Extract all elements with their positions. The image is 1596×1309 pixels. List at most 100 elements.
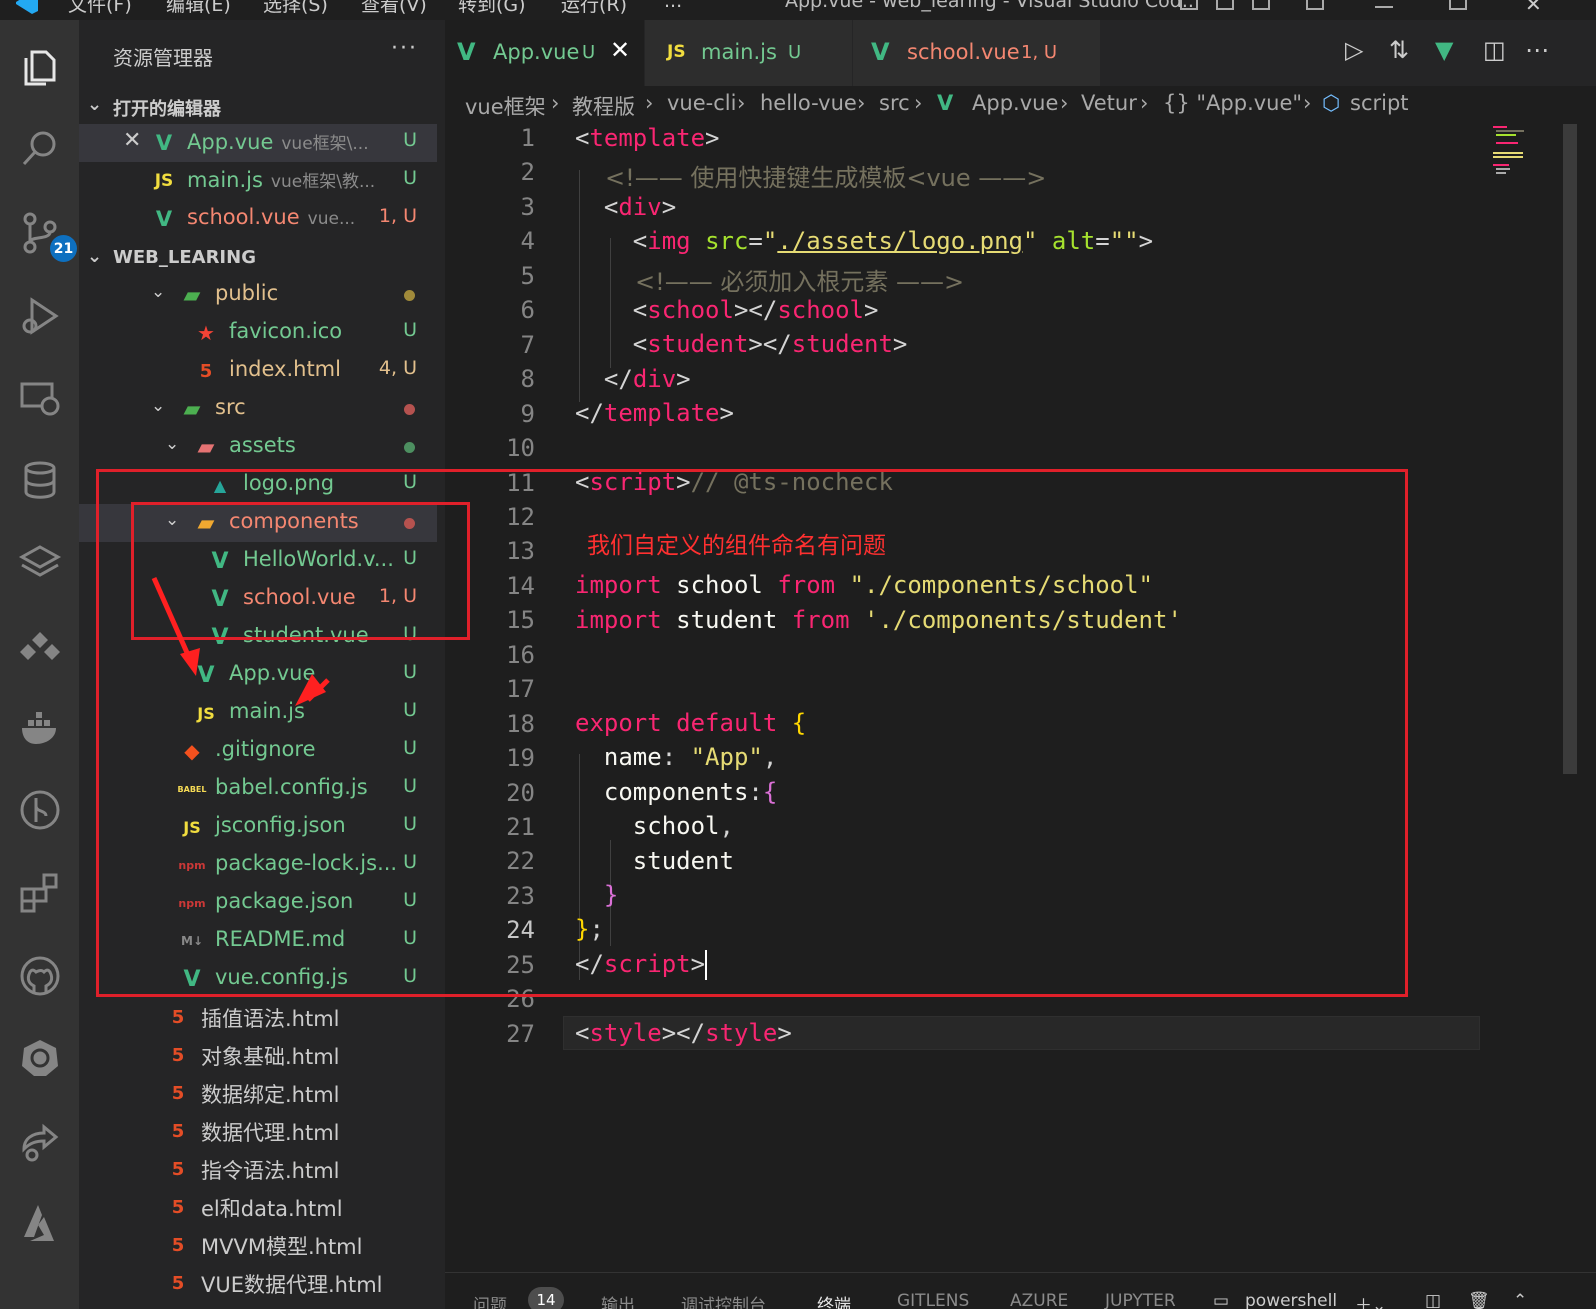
minimize-icon[interactable] — [1375, 6, 1393, 8]
layers-icon[interactable] — [12, 535, 68, 591]
tree-item[interactable]: ⌄ ▰ public — [79, 276, 437, 314]
breadcrumb-item[interactable]: hello-vue — [760, 91, 857, 115]
tab-problems[interactable]: 问题 — [473, 1291, 507, 1309]
search-icon[interactable] — [12, 120, 68, 176]
line-number: 27 — [506, 1019, 535, 1048]
menu-file[interactable]: 文件(F) — [68, 0, 132, 17]
extensions-grid-icon[interactable] — [12, 618, 68, 674]
maximize-icon[interactable] — [1449, 0, 1467, 10]
breadcrumb-item[interactable]: src — [879, 91, 910, 115]
menu-selection[interactable]: 选择(S) — [263, 0, 328, 17]
line-number: 9 — [520, 399, 535, 428]
explorer-icon[interactable] — [12, 40, 68, 96]
close-icon[interactable]: ✕ — [123, 128, 141, 153]
tab-debug-console[interactable]: 调试控制台 — [681, 1291, 766, 1309]
terminal-selector[interactable]: powershell — [1245, 1291, 1337, 1309]
close-window-icon[interactable]: ✕ — [1525, 0, 1543, 16]
tab-jupyter[interactable]: JUPYTER — [1105, 1291, 1176, 1309]
code-line: <!—— 必须加入根元素 ——> — [635, 268, 965, 296]
tab-terminal[interactable]: 终端 — [817, 1291, 851, 1309]
menu-go[interactable]: 转到(G) — [458, 0, 526, 17]
tree-item[interactable]: 5 指令语法.html — [79, 1150, 437, 1188]
git-graph-icon[interactable] — [12, 782, 68, 838]
azure-icon[interactable] — [12, 1195, 68, 1251]
tab-app-vue[interactable]: V App.vue U ✕ — [445, 20, 645, 86]
vertical-scrollbar[interactable] — [1563, 124, 1577, 774]
editor-more-icon[interactable]: ⋯ — [1525, 36, 1549, 64]
minimap[interactable] — [1490, 124, 1550, 184]
tab-school-vue[interactable]: V school.vue 1, U — [853, 20, 1101, 86]
workspace-header[interactable]: ⌄ WEB_LEARING — [79, 242, 445, 276]
line-number: 6 — [520, 296, 535, 325]
github-icon[interactable] — [12, 948, 68, 1004]
breadcrumb-item[interactable]: {} "App.vue" — [1163, 91, 1302, 115]
tree-item[interactable]: 5 对象基础.html — [79, 1036, 437, 1074]
cube-icon: ⬡ — [1322, 91, 1341, 115]
docker-icon[interactable] — [12, 700, 68, 756]
breadcrumb-item[interactable]: vue-cli — [667, 91, 736, 115]
menu-view[interactable]: 查看(V) — [361, 0, 427, 17]
open-editor-item[interactable]: V school.vue vue... 1, U — [79, 200, 437, 238]
breadcrumb-item[interactable]: vue框架 — [465, 91, 546, 121]
line-number: 10 — [506, 434, 535, 463]
tab-gitlens[interactable]: GITLENS — [897, 1291, 969, 1309]
tree-item[interactable]: ★ favicon.ico U — [79, 314, 437, 352]
toggle-panel-icon[interactable] — [1216, 0, 1234, 10]
extensions-icon[interactable] — [12, 865, 68, 921]
tab-main-js[interactable]: JS main.js U — [645, 20, 853, 86]
split-editor-icon[interactable]: ◫ — [1483, 36, 1506, 64]
tree-item-label: 数据绑定.html — [201, 1083, 340, 1107]
breadcrumb-item[interactable]: App.vue — [972, 91, 1058, 115]
database-icon[interactable] — [12, 452, 68, 508]
toggle-sidebar-icon[interactable] — [1180, 0, 1198, 10]
tab-output[interactable]: 输出 — [601, 1291, 635, 1309]
compare-changes-icon[interactable]: ⇅ — [1389, 36, 1409, 64]
tree-item[interactable]: 5 VUE数据代理.html — [79, 1264, 437, 1302]
source-control-icon[interactable]: 21 — [12, 205, 77, 262]
tab-bar: V App.vue U ✕ JS main.js U V school.vue … — [445, 20, 1596, 86]
tree-item[interactable]: 5 数据绑定.html — [79, 1074, 437, 1112]
live-share-icon[interactable] — [12, 1113, 68, 1169]
line-number: 8 — [520, 365, 535, 394]
add-terminal-icon[interactable]: ＋⌄ — [1355, 1291, 1386, 1309]
more-actions-icon[interactable]: ··· — [391, 36, 418, 61]
run-file-icon[interactable]: ▷ — [1345, 36, 1363, 64]
run-debug-icon[interactable] — [12, 288, 68, 344]
open-editors-header[interactable]: ⌄ 打开的编辑器 — [79, 90, 445, 124]
split-terminal-icon[interactable]: ◫ — [1425, 1291, 1441, 1309]
git-status: U — [403, 319, 417, 341]
tree-item[interactable]: 5 MVVM模型.html — [79, 1226, 437, 1264]
vue-file-icon: V — [155, 207, 173, 231]
open-editor-item[interactable]: JS main.js vue框架\教... U — [79, 162, 437, 200]
js-file-icon: JS — [154, 171, 174, 191]
tree-item[interactable]: 5 插值语法.html — [79, 998, 437, 1036]
open-editor-item[interactable]: ✕ V App.vue vue框架\... U — [79, 124, 437, 162]
vue-preview-icon[interactable]: ▼ — [1435, 36, 1453, 64]
vue-file-icon: V — [937, 91, 954, 115]
menu-more[interactable]: ... — [664, 0, 682, 12]
tree-item[interactable]: 5 index.html 4, U — [79, 352, 437, 390]
tab-azure[interactable]: AZURE — [1010, 1291, 1068, 1309]
breadcrumb-item[interactable]: Vetur — [1081, 91, 1137, 115]
trash-icon[interactable]: 🗑 — [1468, 1291, 1490, 1309]
close-tab-icon[interactable]: ✕ — [610, 36, 630, 64]
menu-run[interactable]: 运行(R) — [561, 0, 627, 17]
menu-edit[interactable]: 编辑(E) — [166, 0, 231, 17]
tree-item[interactable]: 5 el和data.html — [79, 1188, 437, 1226]
line-number: 4 — [520, 227, 535, 256]
toggle-secondary-sidebar-icon[interactable] — [1252, 0, 1270, 10]
tree-item-label: assets — [229, 433, 296, 457]
line-number: 5 — [520, 261, 535, 290]
breadcrumb-item[interactable]: script — [1350, 91, 1409, 115]
tree-item[interactable]: ⌄ ▰ assets — [79, 428, 437, 466]
remote-explorer-icon[interactable] — [12, 370, 68, 426]
breadcrumb-item[interactable]: 教程版 — [572, 91, 635, 121]
chevron-up-icon[interactable]: ⌃ — [1513, 1291, 1527, 1309]
kubernetes-icon[interactable] — [12, 1030, 68, 1086]
tree-item[interactable]: 5 数据代理.html — [79, 1112, 437, 1150]
tree-item[interactable]: ⌄ ▰ src — [79, 390, 437, 428]
line-number: 7 — [520, 330, 535, 359]
code-line: <div> — [603, 193, 677, 221]
customize-layout-icon[interactable] — [1306, 0, 1324, 10]
activity-bar: 21 — [0, 20, 79, 1309]
